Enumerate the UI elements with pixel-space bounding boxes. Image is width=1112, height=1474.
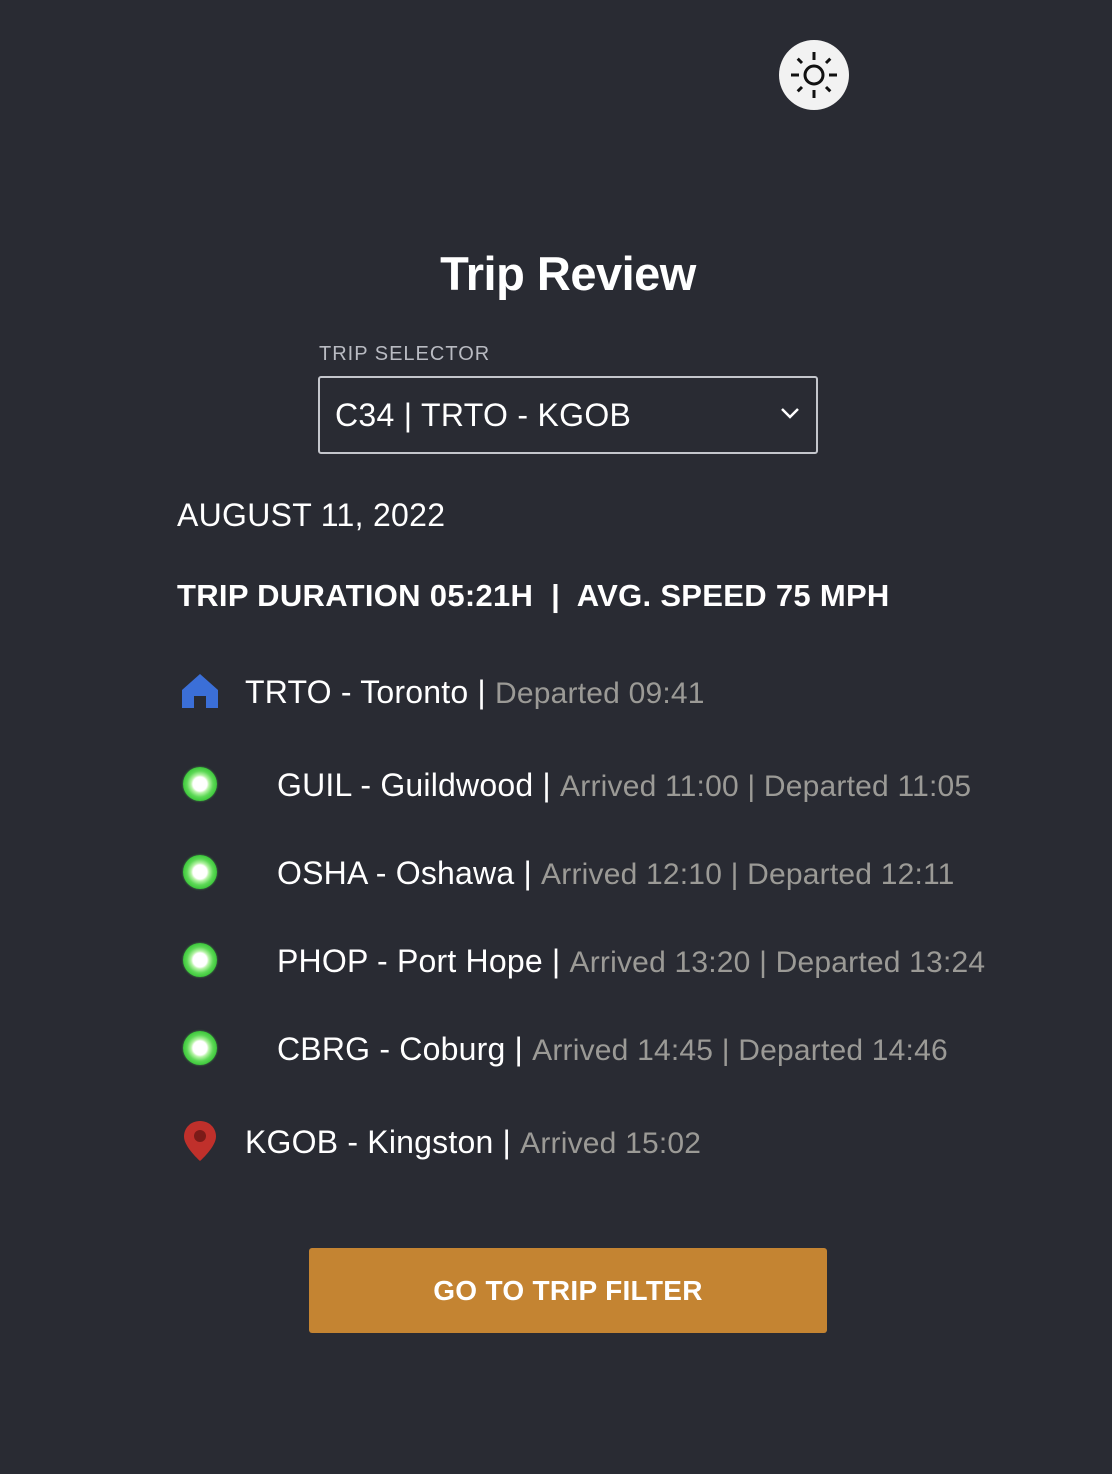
stop-name: PHOP - Port Hope |: [277, 943, 561, 979]
stop-name: OSHA - Oshawa |: [277, 855, 532, 891]
stop-name: CBRG - Coburg |: [277, 1031, 524, 1067]
green-dot-icon: [177, 759, 223, 809]
stop-row: KGOB - Kingston | Arrived 15:02: [177, 1116, 1077, 1166]
stop-name: GUIL - Guildwood |: [277, 767, 551, 803]
trip-stats: TRIP DURATION 05:21H | AVG. SPEED 75 MPH: [177, 578, 890, 613]
green-dot-icon: [177, 1023, 223, 1073]
stop-times: Arrived 15:02: [520, 1127, 702, 1160]
theme-toggle-button[interactable]: [779, 40, 849, 110]
stop-name: KGOB - Kingston |: [245, 1124, 512, 1160]
stop-times: Arrived 13:20 | Departed 13:24: [569, 946, 986, 979]
location-pin-icon: [177, 1116, 223, 1166]
trip-selector-dropdown[interactable]: C34 | TRTO - KGOB: [318, 376, 818, 454]
trip-selector-value: C34 | TRTO - KGOB: [335, 397, 632, 433]
chevron-down-icon: [780, 406, 800, 425]
stop-times: Departed 09:41: [495, 677, 705, 710]
stop-times: Arrived 11:00 | Departed 11:05: [560, 770, 972, 803]
stop-row: GUIL - Guildwood | Arrived 11:00 | Depar…: [177, 759, 1077, 809]
stop-row: PHOP - Port Hope | Arrived 13:20 | Depar…: [177, 935, 1077, 985]
stop-row: OSHA - Oshawa | Arrived 12:10 | Departed…: [177, 847, 1077, 897]
stop-row: TRTO - Toronto | Departed 09:41: [177, 666, 1077, 716]
stop-name: TRTO - Toronto |: [245, 674, 486, 710]
sun-icon: [788, 49, 840, 101]
stop-times: Arrived 12:10 | Departed 12:11: [541, 858, 955, 891]
trip-date: AUGUST 11, 2022: [177, 497, 446, 533]
go-to-trip-filter-button[interactable]: GO TO TRIP FILTER: [309, 1248, 827, 1333]
green-dot-icon: [177, 935, 223, 985]
trip-selector-label: TRIP SELECTOR: [319, 343, 491, 365]
page-title: Trip Review: [440, 247, 696, 300]
stop-row: CBRG - Coburg | Arrived 14:45 | Departed…: [177, 1023, 1077, 1073]
stop-times: Arrived 14:45 | Departed 14:46: [532, 1034, 948, 1067]
home-icon: [177, 666, 223, 716]
green-dot-icon: [177, 847, 223, 897]
